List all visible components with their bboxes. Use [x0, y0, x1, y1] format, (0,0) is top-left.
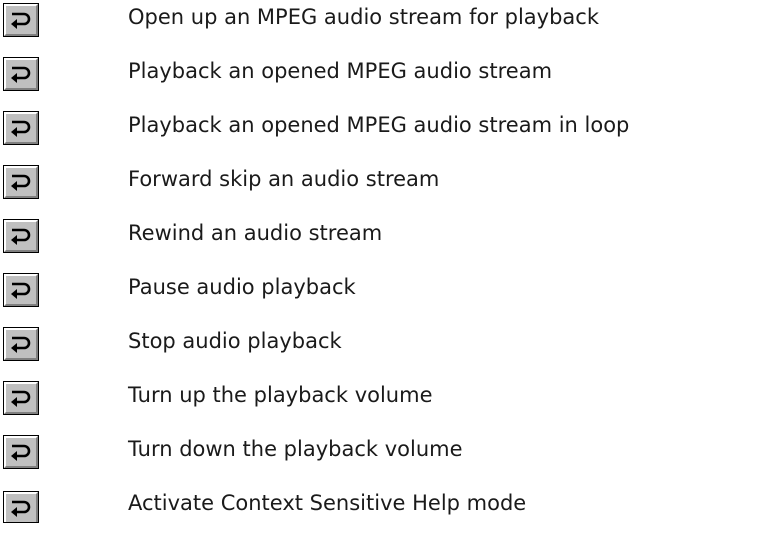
list-item-label: Activate Context Sensitive Help mode	[128, 491, 527, 515]
list-item: Stop audio playback	[0, 324, 765, 378]
list-item-label: Stop audio playback	[128, 329, 342, 353]
list-item: Turn up the playback volume	[0, 378, 765, 432]
list-item-label: Turn down the playback volume	[128, 437, 463, 461]
list-item-label: Playback an opened MPEG audio stream	[128, 59, 553, 83]
list-item-label: Forward skip an audio stream	[128, 167, 440, 191]
list-item-label: Turn up the playback volume	[128, 383, 433, 407]
jump-arrow-icon	[11, 444, 31, 461]
list-item: Rewind an audio stream	[0, 216, 765, 270]
jump-button[interactable]	[3, 165, 39, 199]
list-item: Open up an MPEG audio stream for playbac…	[0, 0, 765, 54]
jump-button[interactable]	[3, 219, 39, 253]
jump-button[interactable]	[3, 57, 39, 91]
jump-arrow-icon	[11, 174, 31, 191]
list-item-label: Playback an opened MPEG audio stream in …	[128, 113, 630, 137]
list-item: Forward skip an audio stream	[0, 162, 765, 216]
jump-arrow-icon	[11, 66, 31, 83]
list-item-label: Rewind an audio stream	[128, 221, 383, 245]
help-topic-list: Open up an MPEG audio stream for playbac…	[0, 0, 765, 548]
jump-arrow-icon	[11, 120, 31, 137]
list-item-label: Pause audio playback	[128, 275, 356, 299]
jump-button[interactable]	[3, 327, 39, 361]
list-item: Playback an opened MPEG audio stream in …	[0, 108, 765, 162]
list-item: Pause audio playback	[0, 270, 765, 324]
jump-arrow-icon	[11, 336, 31, 353]
list-item: Playback an opened MPEG audio stream	[0, 54, 765, 108]
jump-button[interactable]	[3, 273, 39, 307]
list-item-label: Open up an MPEG audio stream for playbac…	[128, 5, 599, 29]
list-item: Activate Context Sensitive Help mode	[0, 486, 765, 548]
jump-button[interactable]	[3, 111, 39, 145]
jump-button[interactable]	[3, 3, 39, 37]
jump-arrow-icon	[11, 12, 31, 29]
jump-arrow-icon	[11, 228, 31, 245]
jump-arrow-icon	[11, 500, 31, 517]
jump-arrow-icon	[11, 282, 31, 299]
jump-button[interactable]	[3, 381, 39, 415]
jump-button[interactable]	[3, 435, 39, 469]
jump-arrow-icon	[11, 390, 31, 407]
jump-button[interactable]	[3, 491, 39, 523]
list-item: Turn down the playback volume	[0, 432, 765, 486]
